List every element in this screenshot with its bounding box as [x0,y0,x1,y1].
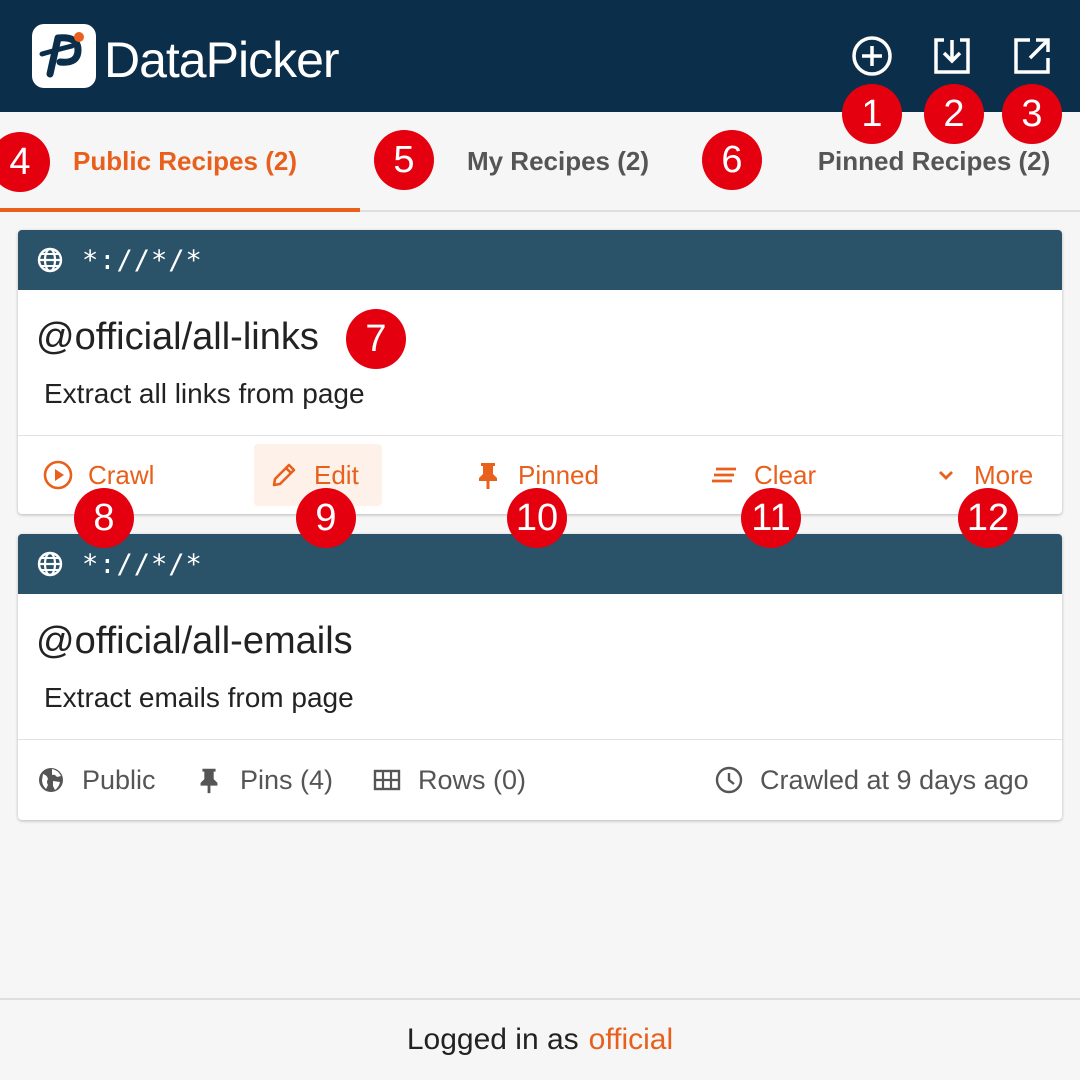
annotation-badge: 1 [842,84,902,144]
recipe-title[interactable]: @official/all-emails [36,620,353,663]
recipe-title[interactable]: @official/all-links [36,316,319,359]
annotation-badge: 9 [296,488,356,548]
pins-count: Pins (4) [240,764,334,795]
url-pattern: *://*/* [82,548,203,580]
logged-in-prefix: Logged in as [406,1023,579,1056]
pencil-icon [272,463,296,487]
crawl-label: Crawl [88,459,155,490]
app-header: DataPicker [0,0,1080,112]
rows-meta: Rows (0) [372,740,526,820]
open-external-button[interactable] [1008,32,1056,80]
clear-label: Clear [754,459,817,490]
card-body: @official/all-emails Extract emails from… [18,594,1062,740]
annotation-badge: 11 [741,488,801,548]
globe-icon [37,551,63,577]
tab-label: My Recipes (2) [466,145,650,176]
annotation-badge: 10 [507,488,567,548]
add-circle-icon [852,36,892,76]
card-meta: Public Pins (4) Rows (0) Crawled at 9 da… [18,740,1062,820]
pin-icon [479,463,497,489]
logged-in-user-link[interactable]: official [589,1023,674,1057]
logo-dot [74,32,84,42]
clock-icon [715,766,743,794]
crawled-time: Crawled at 9 days ago [760,764,1029,795]
tab-public-recipes[interactable]: Public Recipes (2) [0,112,360,210]
crawled-meta: Crawled at 9 days ago [714,740,1029,820]
pin-icon [200,768,218,794]
download-icon [934,38,970,74]
pins-meta: Pins (4) [194,740,333,820]
add-recipe-button[interactable] [848,32,896,80]
table-grid-icon [373,769,401,791]
annotation-badge: 3 [1002,84,1062,144]
import-button[interactable] [928,32,976,80]
public-globe-icon [39,768,63,792]
card-body: @official/all-links Extract all links fr… [18,290,1062,436]
chevron-down-icon [939,471,953,480]
annotation-badge: 6 [702,130,762,190]
annotation-badge: 7 [346,309,406,369]
visibility-label: Public [82,764,156,795]
recipe-card: *://*/* @official/all-emails Extract ema… [18,534,1062,820]
more-label: More [974,459,1034,490]
rows-count: Rows (0) [418,764,527,795]
brand-name: DataPicker [104,32,340,88]
active-tab-indicator [0,208,360,212]
annotation-badge: 2 [924,84,984,144]
tab-label: Pinned Recipes (2) [817,145,1051,176]
edit-label: Edit [314,459,359,490]
visibility-meta: Public [36,740,156,820]
recipe-tabs: Public Recipes (2) My Recipes (2) Pinned… [0,112,1080,212]
play-circle-icon [43,460,73,490]
datapicker-logo [32,24,96,88]
clear-lines-icon [712,467,736,483]
card-url-bar: *://*/* [18,230,1062,290]
annotation-badge: 12 [958,488,1018,548]
open-external-icon [1014,38,1050,74]
logo-icon [39,34,82,78]
recipe-description: Extract emails from page [44,682,354,713]
tab-label: Public Recipes (2) [73,145,297,176]
annotation-badge: 5 [374,130,434,190]
globe-icon [37,247,63,273]
recipe-description: Extract all links from page [44,378,365,409]
pinned-label: Pinned [518,459,599,490]
app-footer: Logged in as official [0,998,1080,1080]
annotation-badge: 8 [74,488,134,548]
recipe-card: *://*/* @official/all-links Extract all … [18,230,1062,514]
url-pattern: *://*/* [82,244,203,276]
